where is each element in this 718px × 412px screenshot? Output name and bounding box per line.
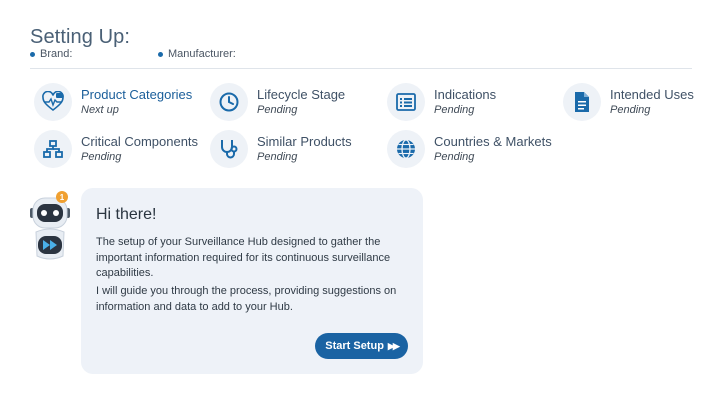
step-status: Pending bbox=[434, 104, 475, 116]
step-indications[interactable]: Indications Pending bbox=[387, 83, 496, 121]
intro-paragraph: The setup of your Surveillance Hub desig… bbox=[96, 236, 391, 279]
start-setup-label: Start Setup bbox=[325, 340, 384, 352]
step-status: Pending bbox=[257, 151, 298, 163]
medical-categories-icon bbox=[34, 83, 72, 121]
bullet-icon bbox=[158, 51, 163, 57]
stethoscope-icon bbox=[210, 130, 248, 168]
manufacturer-label: Manufacturer: bbox=[168, 48, 236, 60]
network-icon bbox=[34, 130, 72, 168]
meta-row: Brand: Manufacturer: bbox=[30, 48, 236, 60]
brand-field: Brand: bbox=[30, 48, 158, 60]
document-icon bbox=[563, 83, 601, 121]
assistant-avatar: 1 bbox=[27, 190, 73, 264]
clock-icon bbox=[210, 83, 248, 121]
start-setup-button[interactable]: Start Setup ▶▶ bbox=[315, 333, 408, 359]
assistant-message-card: Hi there! The setup of your Surveillance… bbox=[81, 188, 423, 374]
step-label: Similar Products bbox=[257, 134, 352, 149]
step-status: Pending bbox=[257, 104, 298, 116]
header-divider bbox=[30, 68, 692, 69]
page-header: Setting Up: bbox=[30, 26, 130, 49]
globe-icon bbox=[387, 130, 425, 168]
step-lifecycle-stage[interactable]: Lifecycle Stage Pending bbox=[210, 83, 345, 121]
notification-count: 1 bbox=[59, 192, 65, 202]
step-product-categories[interactable]: Product Categories Next up bbox=[34, 83, 192, 121]
list-icon bbox=[387, 83, 425, 121]
step-label: Critical Components bbox=[81, 134, 199, 149]
page-title: Setting Up: bbox=[30, 26, 131, 48]
fast-forward-icon: ▶▶ bbox=[387, 340, 400, 351]
step-critical-components[interactable]: Critical Components Pending bbox=[34, 130, 198, 168]
bullet-icon bbox=[30, 51, 35, 57]
step-similar-products[interactable]: Similar Products Pending bbox=[210, 130, 352, 168]
greeting-heading: Hi there! bbox=[96, 206, 157, 223]
step-status: Pending bbox=[81, 151, 122, 163]
guide-paragraph: I will guide you through the process, pr… bbox=[96, 285, 397, 313]
step-label: Countries & Markets bbox=[434, 134, 552, 149]
step-label: Indications bbox=[434, 87, 497, 102]
brand-label: Brand: bbox=[40, 48, 73, 60]
step-intended-uses[interactable]: Intended Uses Pending bbox=[563, 83, 694, 121]
step-countries-markets[interactable]: Countries & Markets Pending bbox=[387, 130, 552, 168]
manufacturer-field: Manufacturer: bbox=[158, 48, 236, 60]
step-label: Product Categories bbox=[81, 87, 193, 102]
step-status: Pending bbox=[610, 104, 651, 116]
notification-badge: 1 bbox=[56, 191, 68, 203]
step-status: Next up bbox=[81, 104, 119, 116]
step-label: Lifecycle Stage bbox=[257, 87, 346, 102]
step-label: Intended Uses bbox=[610, 87, 694, 102]
step-status: Pending bbox=[434, 151, 475, 163]
